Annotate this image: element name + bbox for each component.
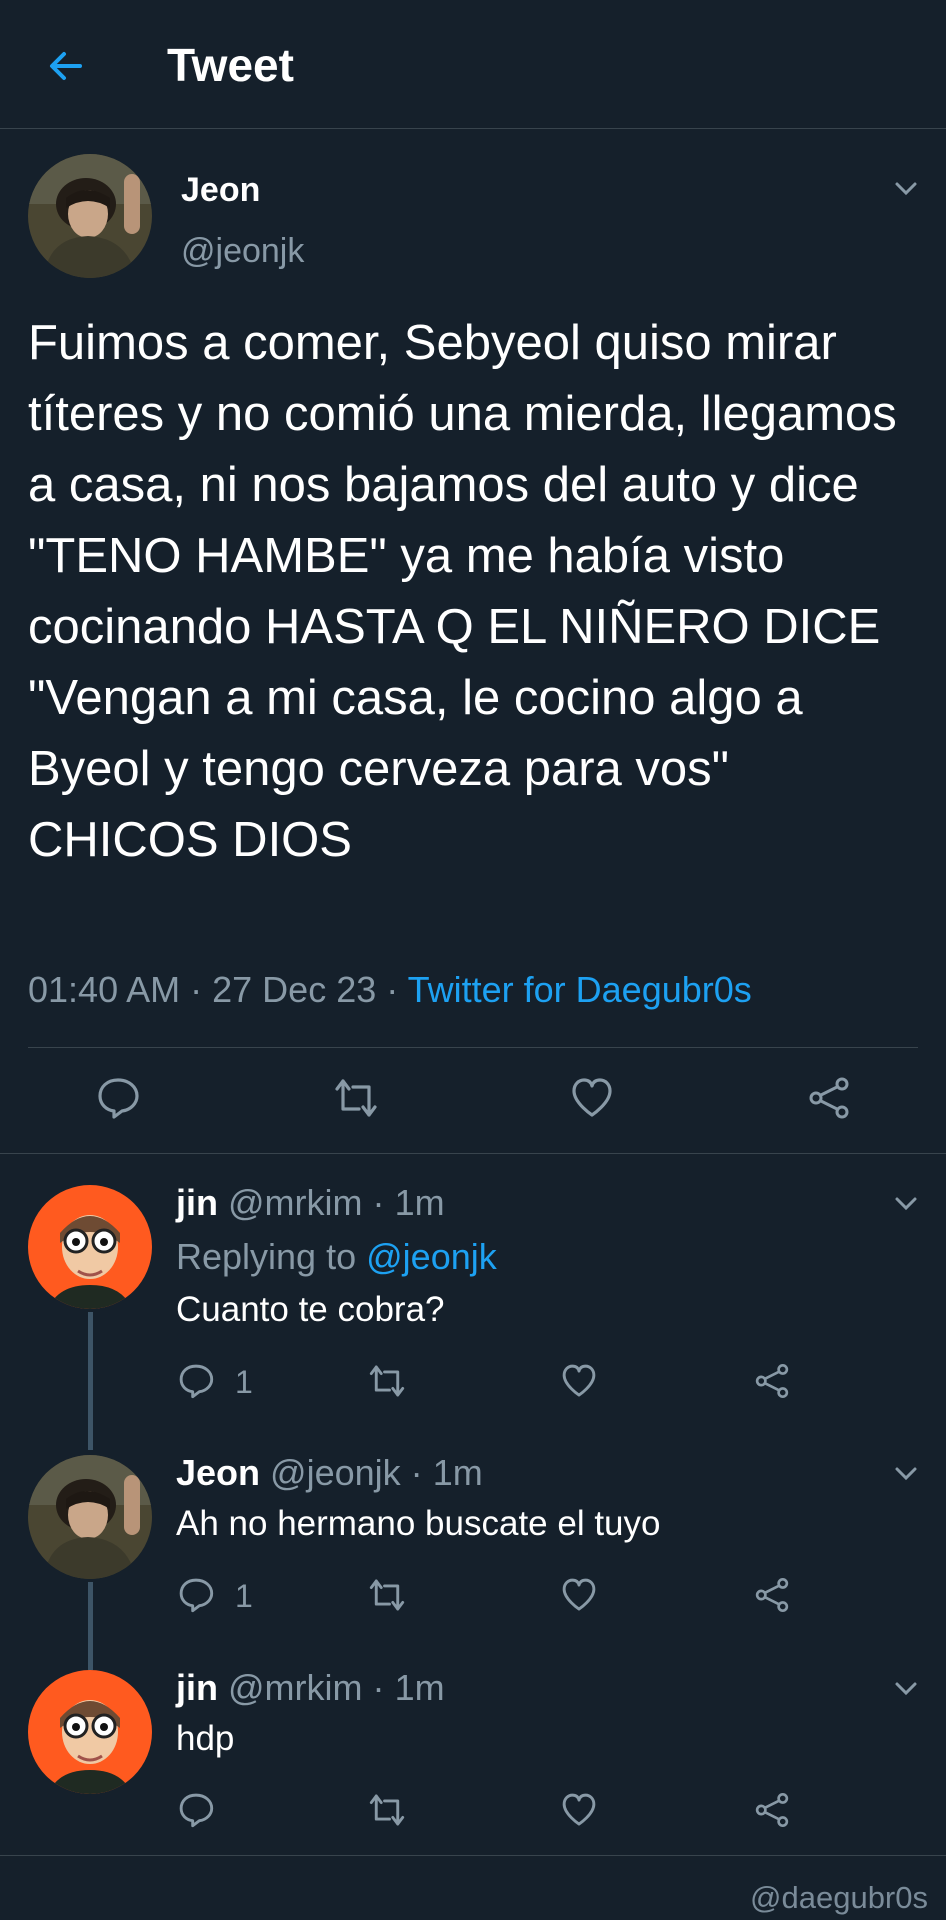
- meta-separator: ·: [386, 969, 399, 1010]
- reply-icon[interactable]: [95, 1075, 141, 1121]
- arrow-left-icon[interactable]: [44, 44, 88, 88]
- reply-tweet: jin @mrkim · 1m hdp: [0, 1645, 946, 1855]
- replying-to-handle[interactable]: @jeonjk: [366, 1236, 497, 1277]
- meta-separator: ·: [372, 1667, 385, 1708]
- watermark: @daegubr0s: [750, 1880, 928, 1915]
- reply-text: Ah no hermano buscate el tuyo: [176, 1504, 661, 1543]
- like-icon[interactable]: [560, 1362, 598, 1400]
- reply-time: 1m: [432, 1452, 483, 1493]
- reply-author-handle[interactable]: @mrkim: [228, 1667, 363, 1708]
- replying-to: Replying to @jeonjk: [176, 1236, 497, 1278]
- tweet-date: 27 Dec 23: [212, 969, 377, 1010]
- reply-tweet: Jeon @jeonjk · 1m Ah no hermano buscate …: [0, 1430, 946, 1645]
- author-handle[interactable]: @jeonjk: [181, 232, 304, 271]
- chevron-down-icon[interactable]: [891, 1673, 921, 1703]
- avatar-photo: [28, 154, 152, 278]
- top-bar: Tweet: [0, 0, 946, 129]
- reply-count: 1: [235, 1578, 253, 1614]
- replying-to-label: Replying to: [176, 1236, 357, 1277]
- reply-author-handle[interactable]: @jeonjk: [270, 1452, 401, 1493]
- avatar[interactable]: [28, 154, 152, 278]
- reply-header: Jeon @jeonjk · 1m: [176, 1452, 483, 1494]
- chevron-down-icon[interactable]: [891, 173, 921, 203]
- reply-text: hdp: [176, 1719, 235, 1758]
- share-icon[interactable]: [753, 1791, 791, 1829]
- share-icon[interactable]: [806, 1075, 852, 1121]
- avatar[interactable]: [28, 1455, 152, 1579]
- retweet-icon[interactable]: [368, 1791, 406, 1829]
- reply-author-name[interactable]: jin: [176, 1182, 218, 1223]
- reply-author-name[interactable]: Jeon: [176, 1452, 260, 1493]
- author-name[interactable]: Jeon: [181, 171, 260, 210]
- retweet-icon[interactable]: [368, 1576, 406, 1614]
- share-icon[interactable]: [753, 1576, 791, 1614]
- divider: [28, 1047, 918, 1048]
- avatar[interactable]: [28, 1670, 152, 1794]
- like-icon[interactable]: [560, 1791, 598, 1829]
- tweet-meta: 01:40 AM · 27 Dec 23 · Twitter for Daegu…: [28, 969, 752, 1011]
- reply-text: Cuanto te cobra?: [176, 1290, 445, 1329]
- reply-time: 1m: [394, 1182, 445, 1223]
- chevron-down-icon[interactable]: [891, 1458, 921, 1488]
- reply-icon[interactable]: [177, 1362, 215, 1400]
- main-tweet: Jeon @jeonjk Fuimos a comer, Sebyeol qui…: [0, 129, 946, 1154]
- reply-header: jin @mrkim · 1m: [176, 1182, 445, 1224]
- reply-author-name[interactable]: jin: [176, 1667, 218, 1708]
- avatar-photo: [28, 1670, 152, 1794]
- avatar-photo: [28, 1185, 152, 1309]
- tweet-source-link[interactable]: Twitter for Daegubr0s: [408, 969, 752, 1010]
- reply-header: jin @mrkim · 1m: [176, 1667, 445, 1709]
- chevron-down-icon[interactable]: [891, 1188, 921, 1218]
- reply-icon[interactable]: [177, 1576, 215, 1614]
- like-icon[interactable]: [569, 1075, 615, 1121]
- retweet-icon[interactable]: [333, 1075, 379, 1121]
- reply-author-handle[interactable]: @mrkim: [228, 1182, 363, 1223]
- reply-count: 1: [235, 1364, 253, 1400]
- tweet-time: 01:40 AM: [28, 969, 181, 1010]
- meta-separator: ·: [190, 969, 203, 1010]
- retweet-icon[interactable]: [368, 1362, 406, 1400]
- tweet-text: Fuimos a comer, Sebyeol quiso mirar títe…: [28, 316, 897, 867]
- meta-separator: ·: [410, 1452, 423, 1493]
- meta-separator: ·: [372, 1182, 385, 1223]
- share-icon[interactable]: [753, 1362, 791, 1400]
- avatar[interactable]: [28, 1185, 152, 1309]
- like-icon[interactable]: [560, 1576, 598, 1614]
- reply-tweet: jin @mrkim · 1m Replying to @jeonjk Cuan…: [0, 1160, 946, 1430]
- reply-time: 1m: [394, 1667, 445, 1708]
- avatar-photo: [28, 1455, 152, 1579]
- divider: [0, 1855, 946, 1856]
- page-title: Tweet: [167, 39, 294, 91]
- reply-icon[interactable]: [177, 1791, 215, 1829]
